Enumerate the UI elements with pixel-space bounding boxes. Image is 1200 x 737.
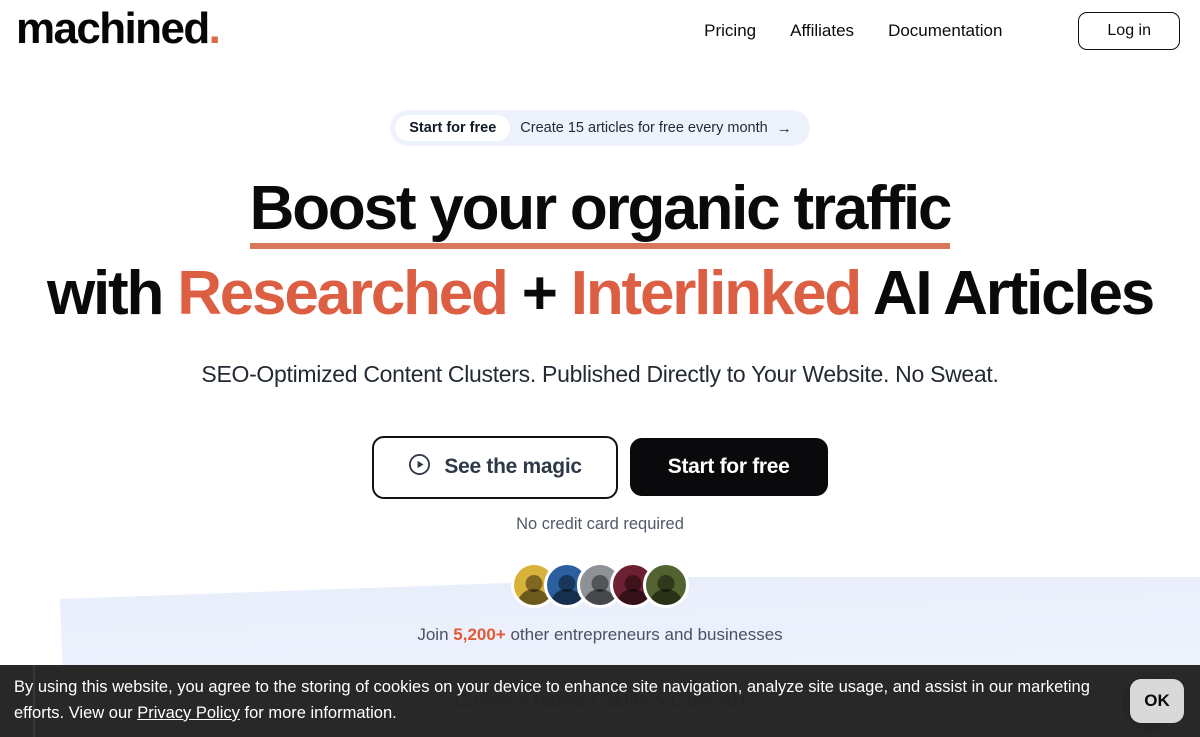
headline-line-1: Boost your organic traffic — [249, 175, 953, 249]
cookie-text-part-2: for more information. — [239, 704, 397, 722]
hero-section: Start for free Create 15 articles for fr… — [0, 62, 1200, 645]
headline-ai-articles: AI Articles — [860, 258, 1155, 328]
announcement-pill[interactable]: Start for free Create 15 articles for fr… — [390, 110, 810, 146]
privacy-policy-link[interactable]: Privacy Policy — [137, 704, 240, 722]
announcement-badge: Start for free — [395, 115, 511, 141]
headline-accent-researched: Researched — [177, 258, 509, 328]
headline-plus: + — [506, 258, 571, 328]
no-credit-card-note: No credit card required — [516, 514, 684, 533]
main-navigation: Pricing Affiliates Documentation Log in — [704, 12, 1180, 50]
avatar-group — [0, 561, 1200, 608]
headline-with: with — [46, 258, 178, 328]
logo-dot: . — [208, 4, 221, 53]
site-header: machined. Pricing Affiliates Documentati… — [0, 0, 1200, 62]
nav-item-documentation[interactable]: Documentation — [888, 21, 1002, 41]
see-the-magic-button[interactable]: See the magic — [372, 435, 618, 499]
nav-item-affiliates[interactable]: Affiliates — [790, 21, 854, 41]
arrow-right-icon: → — [776, 119, 792, 137]
start-for-free-button[interactable]: Start for free — [629, 438, 828, 497]
social-proof-suffix: other entrepreneurs and businesses — [505, 624, 783, 644]
play-circle-icon — [408, 453, 431, 482]
cookie-accept-button[interactable]: OK — [1130, 679, 1184, 723]
cookie-banner-text: By using this website, you agree to the … — [14, 675, 1104, 726]
see-the-magic-label: See the magic — [444, 455, 582, 479]
announcement-message: Create 15 articles for free every month — [520, 120, 768, 136]
hero-subheading: SEO-Optimized Content Clusters. Publishe… — [201, 360, 999, 387]
social-proof-text: Join 5,200+ other entrepreneurs and busi… — [0, 625, 1200, 645]
announcement-text: Create 15 articles for free every month … — [520, 120, 791, 136]
nav-item-pricing[interactable]: Pricing — [704, 21, 756, 41]
logo[interactable]: machined. — [16, 4, 221, 53]
logo-text: machined — [16, 4, 210, 53]
social-proof-prefix: Join — [417, 624, 454, 644]
login-button[interactable]: Log in — [1078, 12, 1180, 50]
headline-line-2: with Researched + Interlinked AI Article… — [0, 258, 1200, 328]
headline-accent-interlinked: Interlinked — [570, 258, 863, 328]
page-title: Boost your organic traffic with Research… — [0, 175, 1200, 328]
cookie-consent-banner: By using this website, you agree to the … — [0, 665, 1200, 737]
social-proof-count: 5,200+ — [453, 624, 506, 644]
cta-button-row: See the magic Start for free — [0, 435, 1200, 499]
avatar — [643, 561, 689, 608]
